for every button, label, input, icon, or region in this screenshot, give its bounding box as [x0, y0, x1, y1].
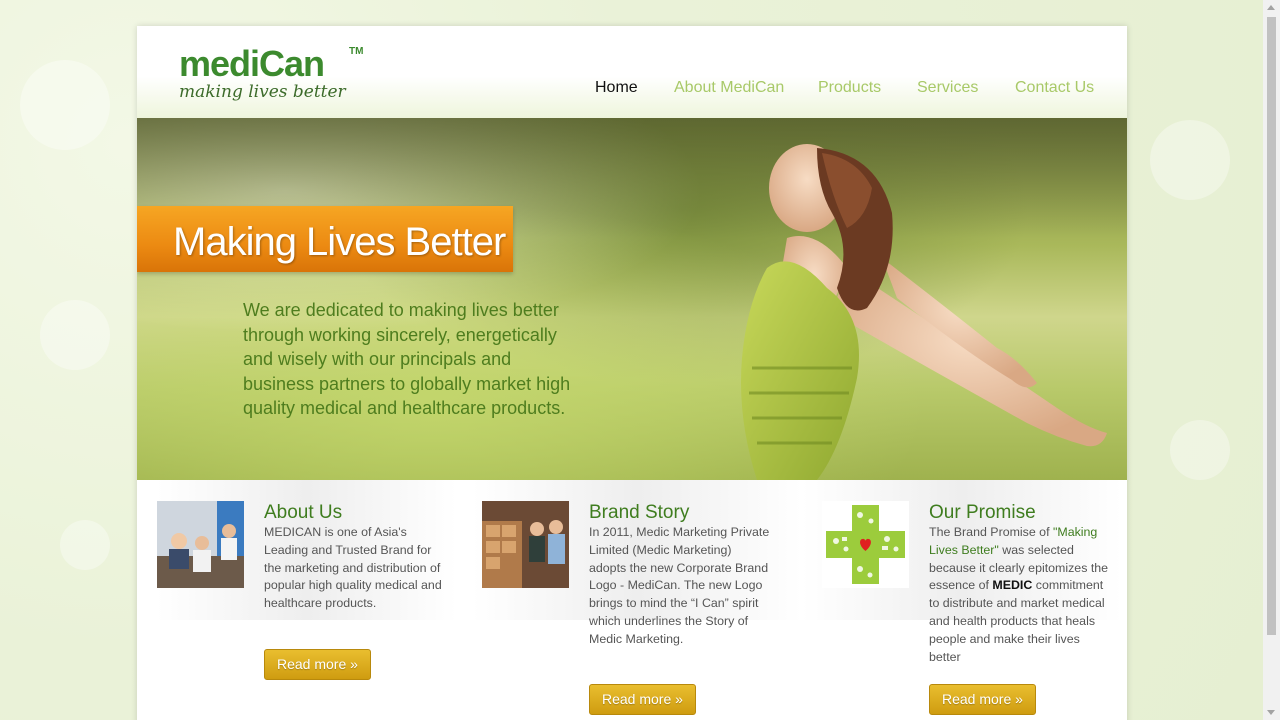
scrollbar-thumb[interactable]	[1267, 17, 1276, 635]
feature-title: About Us	[264, 502, 343, 523]
scroll-up-arrow-icon[interactable]	[1267, 5, 1275, 10]
our-promise-read-more-button[interactable]: Read more »	[929, 684, 1036, 715]
hero-banner: Making Lives Better We are dedicated to …	[137, 118, 1127, 480]
hero-title-banner: Making Lives Better	[137, 206, 513, 272]
hero-title: Making Lives Better	[173, 220, 506, 264]
nav-products[interactable]: Products	[818, 79, 881, 97]
vertical-scrollbar[interactable]	[1263, 0, 1280, 720]
nav-about-medican[interactable]: About MediCan	[674, 79, 784, 97]
page-container: mediCan TM making lives better Home Abou…	[137, 26, 1127, 720]
trademark-mark: TM	[349, 46, 364, 57]
warehouse-photo-icon	[482, 501, 569, 588]
main-nav: Home About MediCan Products Services Con…	[137, 79, 1127, 99]
meeting-photo-icon	[157, 501, 244, 588]
feature-text: In 2011, Medic Marketing Private Limited…	[589, 525, 770, 646]
feature-text: MEDICAN is one of Asia's Leading and Tru…	[264, 525, 442, 611]
health-cross-icon	[822, 501, 909, 588]
brand-story-read-more-button[interactable]: Read more »	[589, 684, 696, 715]
logo-wordmark: mediCan	[179, 43, 325, 84]
site-header: mediCan TM making lives better Home Abou…	[137, 26, 1127, 118]
hero-description: We are dedicated to making lives better …	[243, 300, 571, 418]
feature-text: The Brand Promise of "Making Lives Bette…	[929, 525, 1109, 664]
feature-section: About Us MEDICAN is one of Asia's Leadin…	[137, 480, 1127, 720]
feature-brand-story: Brand Story In 2011, Medic Marketing Pri…	[462, 480, 802, 720]
nav-services[interactable]: Services	[917, 79, 978, 97]
about-us-read-more-button[interactable]: Read more »	[264, 649, 371, 680]
woman-hero-image	[741, 144, 1107, 480]
feature-title: Our Promise	[929, 502, 1036, 523]
nav-contact-us[interactable]: Contact Us	[1015, 79, 1094, 97]
feature-about-us: About Us MEDICAN is one of Asia's Leadin…	[137, 480, 462, 720]
nav-home[interactable]: Home	[595, 79, 638, 97]
feature-our-promise: Our Promise The Brand Promise of "Making…	[802, 480, 1127, 720]
scroll-down-arrow-icon[interactable]	[1267, 710, 1275, 715]
feature-title: Brand Story	[589, 502, 690, 523]
